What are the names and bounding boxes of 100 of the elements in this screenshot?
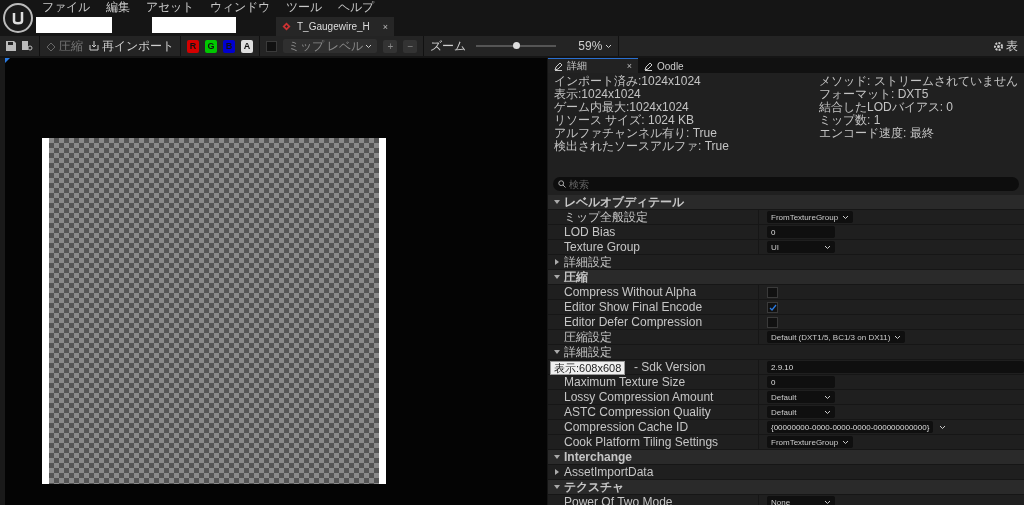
tab-title: T_Gaugewire_H: [297, 21, 371, 32]
expanded-arrow-icon[interactable]: [554, 199, 560, 205]
caret-icon: [605, 43, 613, 49]
collapsed-arrow-icon[interactable]: [554, 469, 560, 475]
group-label: AssetImportData: [564, 465, 654, 479]
reimport-button[interactable]: 再インポート: [89, 37, 174, 55]
dropdown[interactable]: UI: [767, 241, 835, 253]
property-label: LOD Bias: [564, 225, 616, 239]
close-button[interactable]: ×: [626, 61, 632, 71]
property-label: Compression Cache ID: [564, 420, 689, 434]
save-icon[interactable]: [6, 41, 16, 51]
menu-item[interactable]: ツール: [286, 0, 322, 16]
panel-tab[interactable]: Oodle: [638, 58, 690, 73]
property-label: Compress Without Alpha: [564, 285, 697, 299]
mip-checkbox[interactable]: [266, 40, 277, 52]
category-header[interactable]: Interchange: [548, 450, 1024, 465]
channel-toggle[interactable]: A: [241, 39, 253, 53]
close-button[interactable]: ×: [382, 21, 388, 32]
collapsed-arrow-icon[interactable]: [554, 259, 560, 265]
property-label: Maximum Texture Size: [564, 375, 686, 389]
caret-icon: [824, 499, 831, 505]
dropdown[interactable]: Default: [767, 391, 835, 403]
property-label: Lossy Compression Amount: [564, 390, 714, 404]
zoom-in-button[interactable]: +: [383, 39, 398, 53]
dropdown[interactable]: Default: [767, 406, 835, 418]
category-header[interactable]: レベルオブディテール: [548, 195, 1024, 210]
compress-icon: [46, 41, 56, 51]
dropdown[interactable]: Default (DXT1/5, BC1/3 on DX11): [767, 331, 906, 343]
settings-icon[interactable]: [993, 40, 1004, 52]
menu-item[interactable]: 編集: [106, 0, 130, 16]
slider-thumb[interactable]: [513, 42, 521, 49]
property-label: 圧縮設定: [564, 328, 612, 346]
property-label: - Sdk Version: [634, 360, 706, 374]
info-text: インポート済み:1024x1024: [554, 75, 702, 88]
property-label: ASTC Compression Quality: [564, 405, 711, 419]
info-text: リソース サイズ: 1024 KB: [554, 114, 696, 127]
dropdown[interactable]: FromTextureGroup: [767, 211, 854, 223]
checkbox[interactable]: [767, 301, 778, 313]
search-icon: [558, 180, 566, 188]
check-icon: [768, 303, 777, 311]
menu-item[interactable]: アセット: [146, 0, 194, 16]
group-row[interactable]: 詳細設定: [548, 345, 1024, 360]
texture-asset-icon: [282, 22, 291, 31]
expanded-arrow-icon[interactable]: [554, 454, 560, 460]
settings-label[interactable]: 表: [1006, 37, 1018, 55]
info-text: フォーマット: DXT5: [819, 88, 930, 101]
checkbox[interactable]: [767, 316, 778, 328]
dropdown[interactable]: None: [767, 496, 835, 505]
folder-search-icon[interactable]: [22, 41, 33, 51]
property-label: ミップ全般設定: [564, 208, 648, 226]
dropdown[interactable]: FromTextureGroup: [767, 436, 854, 448]
caret-icon: [894, 334, 902, 340]
pencil-icon: [554, 61, 563, 71]
zoom-out-button[interactable]: −: [403, 39, 418, 53]
info-text: アルファチャンネル有り: True: [554, 127, 718, 140]
property-label: Texture Group: [564, 240, 641, 254]
panel-tab[interactable]: 詳細 ×: [548, 58, 638, 73]
search-field[interactable]: 検索: [553, 177, 1019, 191]
caret-icon: [842, 439, 850, 445]
category-label: テクスチャ: [564, 479, 624, 496]
import-icon: [89, 41, 99, 51]
dropdown-caret-icon: [939, 424, 947, 430]
text-field[interactable]: {00000000-0000-0000-0000-000000000000}: [767, 421, 934, 433]
logo-mark-icon: [11, 10, 25, 26]
category-header[interactable]: 圧縮: [548, 270, 1024, 285]
property-label: Cook Platform Tiling Settings: [564, 435, 719, 449]
zoom-label: ズーム: [430, 37, 467, 55]
info-text: ミップ数: 1: [819, 114, 882, 127]
text-field[interactable]: 2.9.10: [767, 361, 1024, 373]
menu-item[interactable]: ヘルプ: [338, 0, 374, 16]
expanded-arrow-icon[interactable]: [554, 349, 560, 355]
category-label: Interchange: [564, 450, 632, 464]
menu-item[interactable]: ウィンドウ: [210, 0, 270, 16]
expanded-arrow-icon[interactable]: [554, 274, 560, 280]
corner-marker-icon: [5, 58, 10, 63]
number-field[interactable]: 0: [767, 376, 835, 388]
category-header[interactable]: テクスチャ: [548, 480, 1024, 495]
group-label: 詳細設定: [564, 343, 612, 361]
number-field[interactable]: 0: [767, 226, 835, 238]
property-label: Editor Defer Compression: [564, 315, 703, 329]
property-label: Editor Show Final Encode: [564, 300, 703, 314]
caret-icon: [824, 244, 831, 250]
group-row[interactable]: 詳細設定: [548, 255, 1024, 270]
caret-icon: [842, 214, 850, 220]
info-text: 表示:1024x1024: [554, 88, 642, 101]
expanded-arrow-icon[interactable]: [554, 484, 560, 490]
caret-icon: [365, 43, 373, 49]
channel-toggle[interactable]: G: [205, 39, 217, 53]
document-tab[interactable]: T_Gaugewire_H ×: [276, 17, 394, 36]
info-text: エンコード速度: 最終: [819, 127, 935, 140]
group-row[interactable]: AssetImportData: [548, 465, 1024, 480]
category-label: 圧縮: [564, 268, 588, 286]
info-text: 検出されたソースアルファ: True: [554, 140, 730, 153]
info-text: 結合したLODバイアス: 0: [819, 101, 954, 114]
tooltip: 表示:608x608: [550, 361, 626, 375]
caret-icon: [824, 394, 831, 400]
engine-logo[interactable]: [3, 3, 33, 33]
menu-item[interactable]: ファイル: [42, 0, 90, 16]
zoom-percent-dropdown[interactable]: 59%: [578, 39, 613, 53]
checkbox[interactable]: [767, 286, 778, 298]
